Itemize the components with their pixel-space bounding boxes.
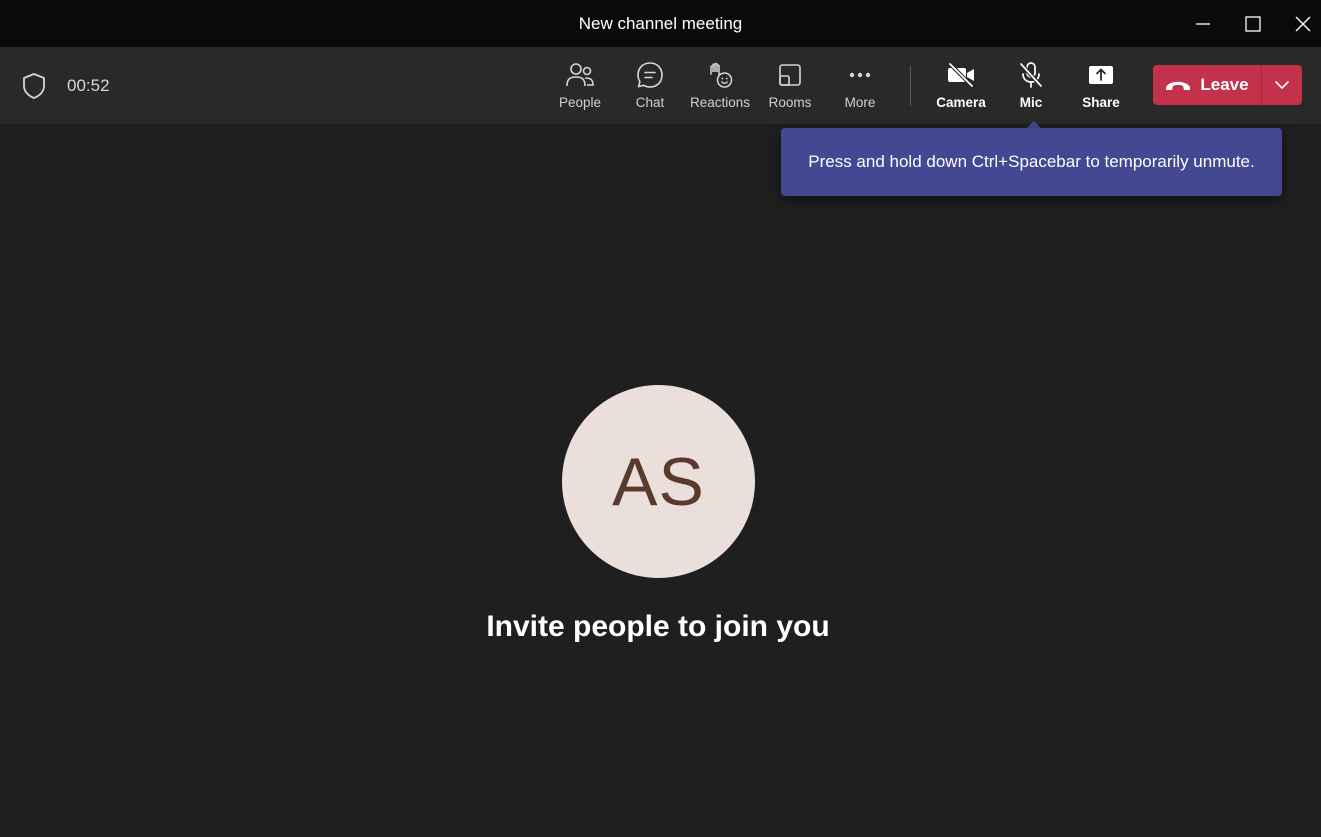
- tooltip-text: Press and hold down Ctrl+Spacebar to tem…: [808, 152, 1255, 171]
- more-label: More: [844, 95, 876, 110]
- close-icon: [1295, 16, 1311, 31]
- maximize-icon: [1245, 15, 1261, 32]
- chat-icon: [637, 62, 663, 88]
- meeting-toolbar: 00:52 People Chat Reactions Rooms More C…: [0, 47, 1321, 124]
- leave-label: Leave: [1200, 75, 1249, 94]
- people-icon: [566, 63, 594, 87]
- mic-label: Mic: [1019, 95, 1043, 110]
- phone-hangup-icon: [1166, 81, 1191, 90]
- meeting-timer: 00:52: [67, 76, 110, 95]
- chat-label: Chat: [635, 95, 665, 110]
- mic-button[interactable]: Mic: [996, 60, 1066, 120]
- minimize-button[interactable]: [1178, 0, 1228, 47]
- more-icon: [849, 72, 871, 78]
- maximize-button[interactable]: [1228, 0, 1278, 47]
- minimize-icon: [1196, 22, 1210, 25]
- reactions-icon: [710, 62, 733, 88]
- avatar: AS: [562, 385, 755, 578]
- reactions-button[interactable]: Reactions: [685, 60, 755, 120]
- more-button[interactable]: More: [825, 60, 895, 120]
- rooms-button[interactable]: Rooms: [755, 60, 825, 120]
- rooms-label: Rooms: [768, 95, 812, 110]
- toolbar-divider: [910, 66, 911, 106]
- people-button[interactable]: People: [545, 60, 615, 120]
- camera-button[interactable]: Camera: [926, 60, 996, 120]
- share-button[interactable]: Share: [1066, 60, 1136, 120]
- avatar-initials: AS: [612, 443, 705, 520]
- share-label: Share: [1082, 95, 1120, 110]
- people-label: People: [558, 95, 602, 110]
- shield-icon[interactable]: [21, 72, 47, 100]
- reactions-label: Reactions: [689, 95, 751, 110]
- camera-label: Camera: [936, 95, 986, 110]
- camera-off-icon: [948, 62, 974, 88]
- leave-button[interactable]: Leave: [1153, 65, 1261, 105]
- share-icon: [1089, 66, 1113, 84]
- leave-button-group: Leave: [1153, 65, 1302, 105]
- close-button[interactable]: [1278, 0, 1321, 47]
- invite-message: Invite people to join you: [486, 610, 830, 643]
- unmute-tooltip: Press and hold down Ctrl+Spacebar to tem…: [781, 128, 1282, 196]
- chevron-down-icon: [1275, 81, 1289, 89]
- mic-off-icon: [1019, 62, 1043, 88]
- window-title: New channel meeting: [578, 13, 743, 33]
- leave-options-dropdown[interactable]: [1262, 65, 1302, 105]
- rooms-icon: [779, 64, 801, 86]
- title-bar: New channel meeting: [0, 0, 1321, 47]
- chat-button[interactable]: Chat: [615, 60, 685, 120]
